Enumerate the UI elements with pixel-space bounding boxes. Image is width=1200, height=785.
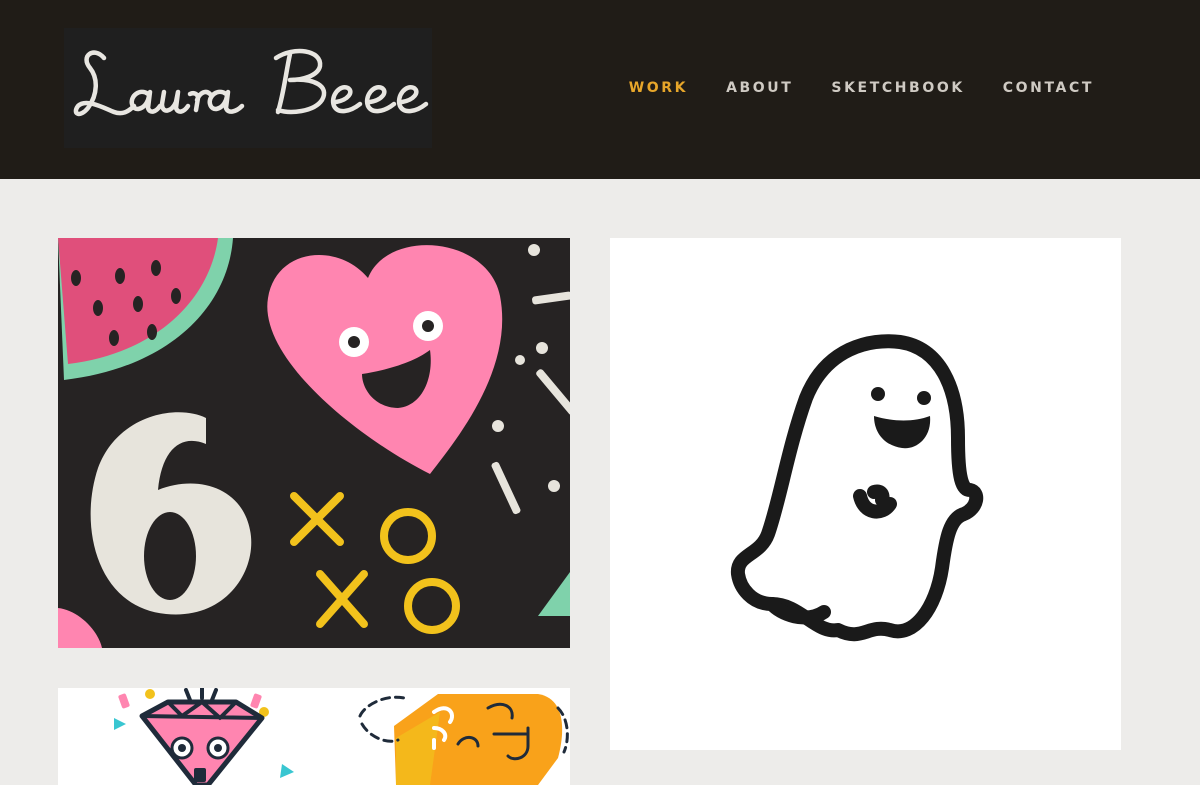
valentine-pattern-image [58,238,570,648]
portfolio-tile-characters[interactable] [58,688,570,785]
site-header: WORK ABOUT SKETCHBOOK CONTACT [0,0,1200,179]
nav-link-about[interactable]: ABOUT [726,78,793,98]
site-logo[interactable] [64,28,432,148]
nav-link-work[interactable]: WORK [629,78,688,98]
logo-wordmark-icon [73,48,429,117]
diamond-cheese-image [58,688,570,785]
ghost-icon [610,238,1121,750]
nav-link-sketchbook[interactable]: SKETCHBOOK [831,78,964,98]
main-nav: WORK ABOUT SKETCHBOOK CONTACT [591,78,1094,98]
portfolio-tile-ghost[interactable] [610,238,1121,750]
portfolio-tile-valentine[interactable] [58,238,570,648]
nav-link-contact[interactable]: CONTACT [1003,78,1094,98]
